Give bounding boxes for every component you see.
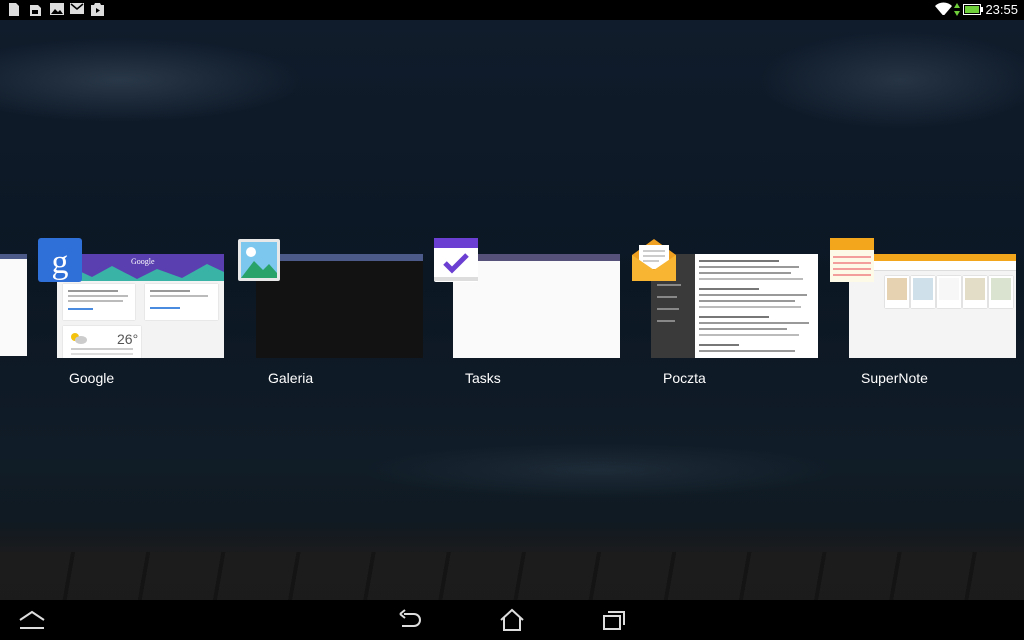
note-page [885, 276, 909, 308]
app-label: Poczta [663, 370, 706, 386]
app-label: SuperNote [861, 370, 928, 386]
note-page [989, 276, 1013, 308]
navigation-bar [0, 600, 1024, 640]
recent-app-tasks[interactable]: Tasks [433, 237, 620, 387]
mail-icon [632, 239, 676, 281]
weather-card: 26° [63, 326, 141, 358]
recent-apps-button[interactable] [600, 608, 628, 632]
recent-app-galeria[interactable]: Galeria [236, 237, 423, 387]
supernote-icon [830, 238, 874, 282]
sim-card-icon [30, 5, 41, 16]
note-page [963, 276, 987, 308]
recent-app-poczta[interactable]: Poczta [631, 237, 818, 387]
recent-app-card-partial[interactable] [0, 254, 27, 356]
app-label: Galeria [268, 370, 314, 386]
gallery-icon [238, 239, 280, 281]
recent-app-google[interactable]: Google 26° g Google [37, 237, 224, 387]
tasks-icon [434, 238, 478, 282]
mail-message-lines [699, 260, 811, 352]
recent-app-supernote[interactable]: SuperNote [829, 237, 1016, 387]
news-card [63, 284, 135, 320]
svg-text:g: g [52, 244, 69, 281]
info-card [145, 284, 218, 320]
clock: 23:55 [985, 2, 1018, 17]
file-icon [9, 3, 19, 16]
note-page [937, 276, 961, 308]
status-bar: 23:55 [0, 0, 1024, 20]
note-page [911, 276, 935, 308]
sun-cloud-icon [71, 333, 87, 344]
app-label: Google [69, 370, 115, 386]
play-store-icon [91, 3, 104, 16]
recent-apps-toggle-button[interactable] [18, 608, 46, 632]
google-icon: g [38, 238, 82, 282]
home-button[interactable] [498, 608, 526, 632]
battery-icon [963, 4, 983, 15]
app-label: Tasks [465, 370, 501, 386]
gmail-icon [70, 3, 84, 14]
data-activity-icon [954, 3, 960, 16]
image-icon [50, 3, 64, 15]
weather-temperature: 26° [117, 331, 139, 347]
wifi-icon [935, 2, 952, 15]
back-button[interactable] [396, 608, 424, 632]
wallpaper-deck [0, 552, 1024, 600]
